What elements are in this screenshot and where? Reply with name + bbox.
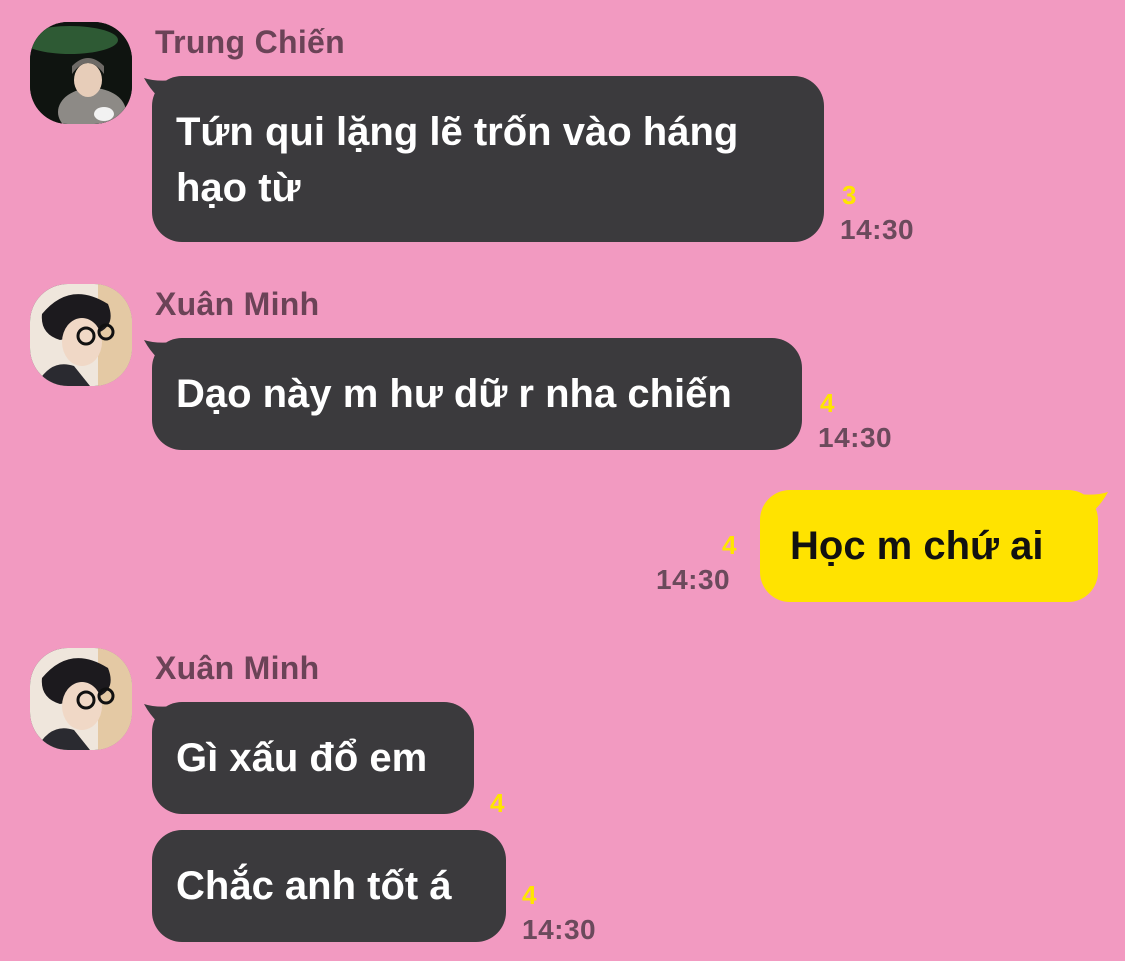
message-time: 14:30 — [522, 914, 597, 945]
message-bubble-outgoing[interactable]: Học m chứ ai — [760, 490, 1098, 602]
message-bubble[interactable]: Gì xấu đổ em — [152, 702, 474, 814]
message-bubble[interactable]: Chắc anh tốt á — [152, 830, 506, 942]
unread-count: 4 — [490, 788, 505, 818]
message-time: 14:30 — [818, 422, 893, 453]
unread-count: 4 — [820, 388, 835, 418]
unread-count: 4 — [722, 530, 737, 560]
message-time: 14:30 — [656, 564, 731, 595]
avatar-photo-icon — [30, 648, 132, 750]
message-bubble[interactable]: Dạo này m hư dữ r nha chiến — [152, 338, 802, 450]
bubble-tail — [1078, 492, 1108, 520]
unread-count: 4 — [522, 880, 537, 910]
chat-screen: { "colors": { "background": "#f29ac1", "… — [0, 0, 1125, 961]
avatar-trung-chien[interactable] — [30, 22, 132, 124]
avatar-photo-icon — [30, 22, 132, 124]
avatar-photo-icon — [30, 284, 132, 386]
avatar-xuan-minh[interactable] — [30, 284, 132, 386]
sender-name: Xuân Minh — [155, 650, 320, 686]
message-bubble[interactable]: Tứn qui lặng lẽ trốn vào háng hạo từ — [152, 76, 824, 242]
sender-name: Xuân Minh — [155, 286, 320, 322]
avatar-xuan-minh[interactable] — [30, 648, 132, 750]
unread-count: 3 — [842, 180, 857, 210]
message-time: 14:30 — [840, 214, 915, 245]
sender-name: Trung Chiến — [155, 24, 345, 60]
